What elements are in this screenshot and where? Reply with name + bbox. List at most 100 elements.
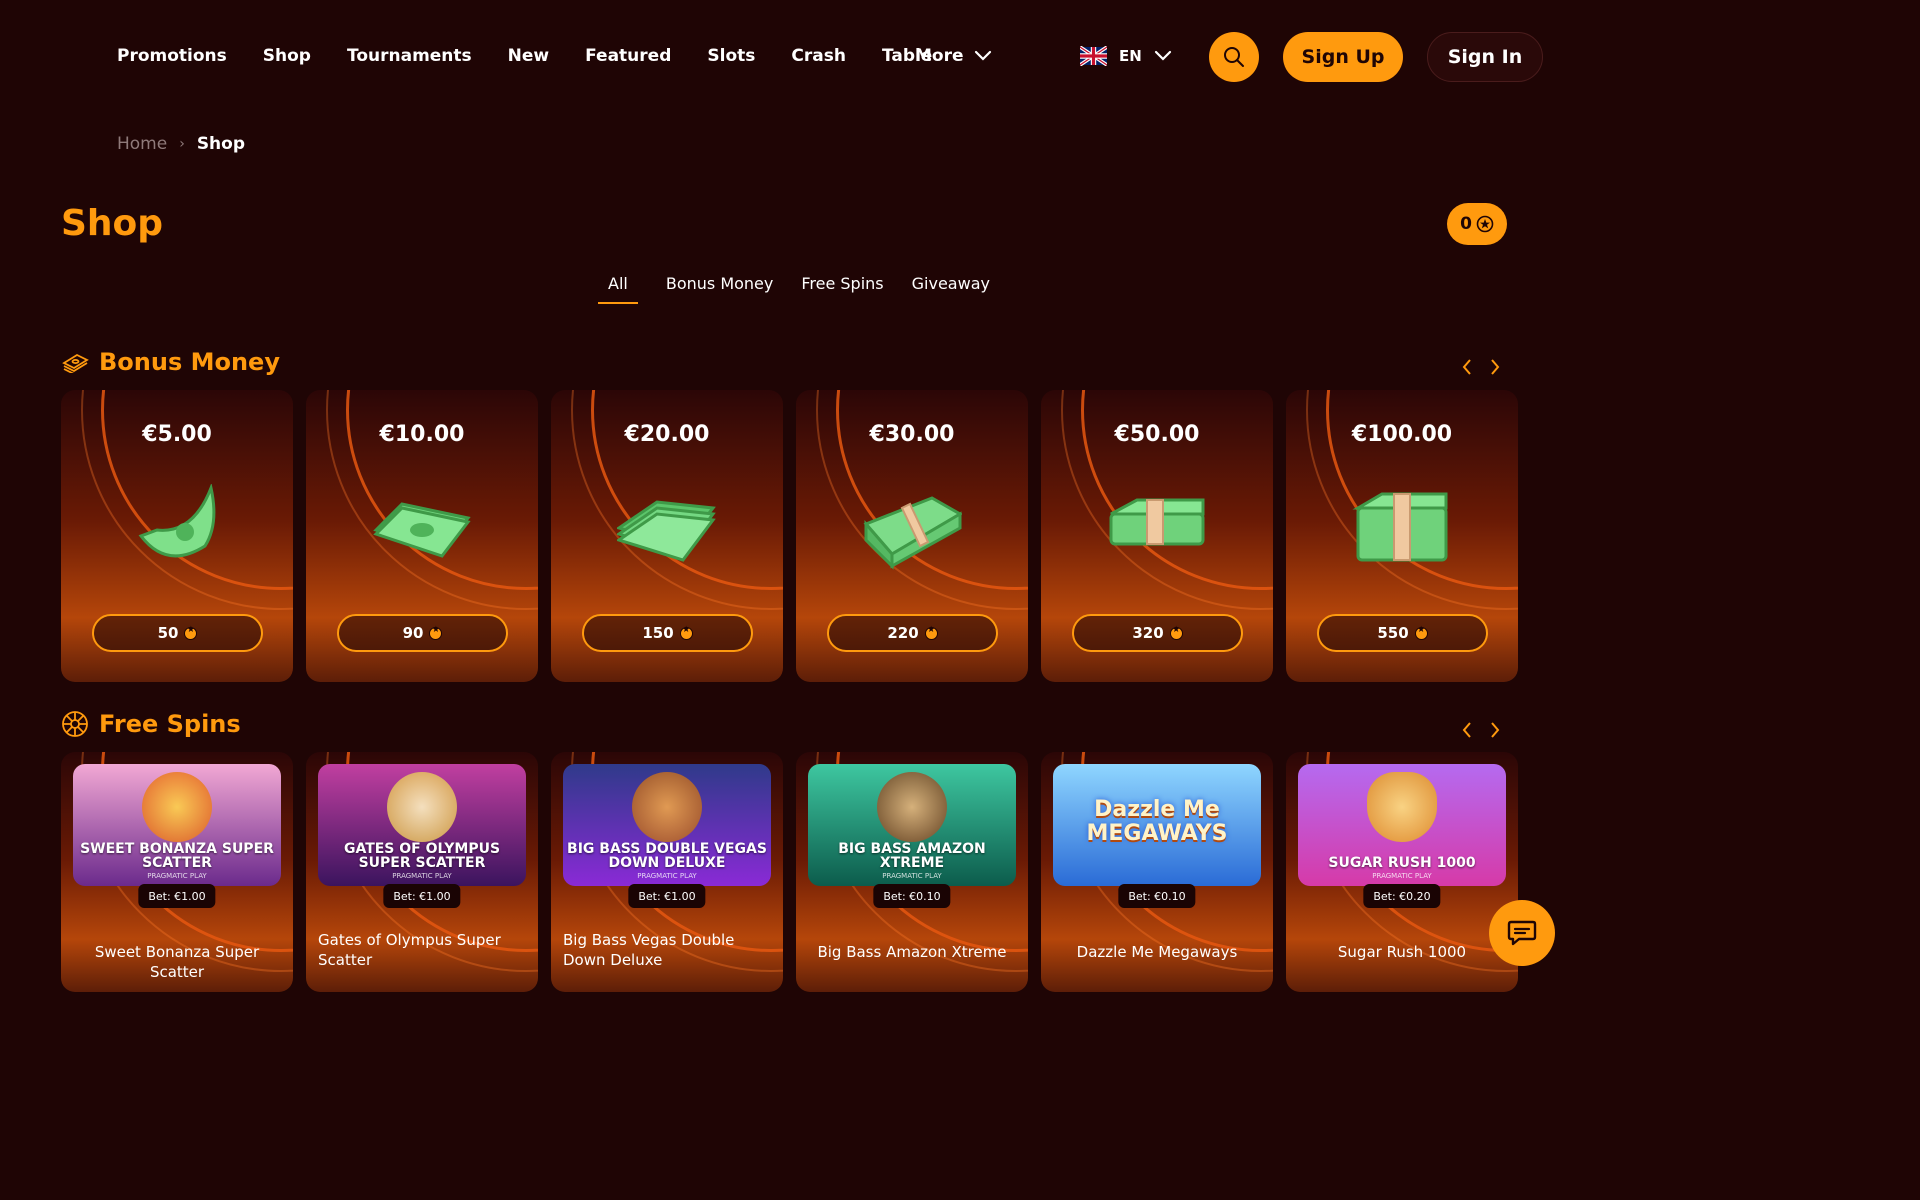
game-thumbnail: SUGAR RUSH 1000 PRAGMATIC PLAY — [1298, 764, 1506, 886]
coin-balance-badge[interactable]: 0 — [1447, 203, 1507, 245]
breadcrumb-current: Shop — [196, 134, 246, 154]
thumbnail-provider: PRAGMATIC PLAY — [637, 872, 697, 880]
game-name: Dazzle Me Megaways — [1076, 943, 1238, 961]
coin-icon — [1169, 625, 1183, 640]
chevron-down-icon — [1154, 50, 1171, 61]
game-character-art — [1367, 772, 1437, 842]
buy-button[interactable]: 90 — [337, 614, 508, 652]
language-selector[interactable]: EN — [1080, 44, 1172, 68]
cash-bundle-icon — [863, 496, 962, 570]
chat-icon — [1507, 920, 1537, 946]
game-thumbnail: BIG BASS DOUBLE VEGAS DOWN DELUXE PRAGMA… — [563, 764, 771, 886]
bonus-money-carousel-controls — [1460, 357, 1502, 377]
game-character-art — [142, 772, 212, 842]
game-thumbnail: GATES OF OLYMPUS SUPER SCATTER PRAGMATIC… — [318, 764, 526, 886]
carousel-next-button[interactable] — [1488, 357, 1502, 377]
free-spins-carousel-controls — [1460, 720, 1502, 740]
game-thumbnail: SWEET BONANZA SUPER SCATTER PRAGMATIC PL… — [73, 764, 281, 886]
free-spins-title: Free Spins — [99, 710, 241, 738]
chevron-down-icon — [974, 50, 991, 61]
bonus-amount: €30.00 — [869, 422, 955, 447]
thumbnail-title: BIG BASS DOUBLE VEGAS DOWN DELUXE — [567, 841, 767, 871]
bonus-amount: €5.00 — [142, 422, 212, 447]
buy-button[interactable]: 50 — [92, 614, 263, 652]
chevron-left-icon — [1462, 359, 1471, 375]
buy-button[interactable]: 220 — [827, 614, 998, 652]
free-spins-card[interactable]: Dazzle Me MEGAWAYS Bet: €0.10 Dazzle Me … — [1041, 752, 1273, 992]
carousel-prev-button[interactable] — [1460, 357, 1474, 377]
coin-icon — [924, 625, 938, 640]
bonus-money-card[interactable]: €100.00 550 — [1286, 390, 1518, 682]
big-cash-stack-icon — [1352, 492, 1448, 562]
nav-link-new[interactable]: New — [508, 44, 549, 68]
coin-icon — [429, 625, 443, 640]
free-spins-card[interactable]: BIG BASS AMAZON XTREME PRAGMATIC PLAY Be… — [796, 752, 1028, 992]
price-value: 550 — [1377, 624, 1409, 642]
single-bill-icon — [138, 484, 216, 558]
more-label: More — [915, 46, 964, 66]
coin-icon — [1414, 625, 1428, 640]
nav-link-crash[interactable]: Crash — [791, 44, 846, 68]
language-label: EN — [1119, 47, 1142, 65]
bonus-money-card[interactable]: €10.00 90 — [306, 390, 538, 682]
buy-button[interactable]: 320 — [1072, 614, 1243, 652]
tab-free-spins[interactable]: Free Spins — [801, 272, 883, 304]
thumbnail-title: SUGAR RUSH 1000 — [1328, 855, 1476, 871]
nav-link-featured[interactable]: Featured — [585, 44, 671, 68]
bet-badge: Bet: €0.10 — [1118, 884, 1196, 908]
sign-in-button[interactable]: Sign In — [1427, 32, 1543, 82]
bonus-money-card[interactable]: €50.00 320 — [1041, 390, 1273, 682]
price-value: 320 — [1132, 624, 1164, 642]
nav-link-tournaments[interactable]: Tournaments — [347, 44, 472, 68]
free-spins-card[interactable]: SWEET BONANZA SUPER SCATTER PRAGMATIC PL… — [61, 752, 293, 992]
bonus-money-row: €5.00 50 €10.00 90 €20.00 150 €30.00 220… — [61, 390, 1518, 682]
game-name: Sweet Bonanza Super Scatter — [94, 943, 260, 981]
game-name: Big Bass Vegas Double Down Deluxe — [563, 931, 735, 969]
coin-icon — [679, 625, 693, 640]
thumbnail-provider: PRAGMATIC PLAY — [147, 872, 207, 880]
live-chat-button[interactable] — [1489, 900, 1555, 966]
carousel-next-button[interactable] — [1488, 720, 1502, 740]
nav-link-shop[interactable]: Shop — [263, 44, 311, 68]
category-tabs: All Bonus Money Free Spins Giveaway — [598, 272, 990, 304]
bonus-money-card[interactable]: €20.00 150 — [551, 390, 783, 682]
game-thumbnail: Dazzle Me MEGAWAYS — [1053, 764, 1261, 886]
bonus-amount: €50.00 — [1114, 422, 1200, 447]
thumbnail-title: SWEET BONANZA SUPER SCATTER — [80, 841, 274, 871]
tab-giveaway[interactable]: Giveaway — [912, 272, 990, 304]
coin-balance-value: 0 — [1460, 214, 1472, 234]
price-value: 220 — [887, 624, 919, 642]
more-menu[interactable]: More — [915, 44, 992, 68]
free-spins-card[interactable]: SUGAR RUSH 1000 PRAGMATIC PLAY Bet: €0.2… — [1286, 752, 1518, 992]
bonus-money-card[interactable]: €5.00 50 — [61, 390, 293, 682]
sign-up-button[interactable]: Sign Up — [1283, 32, 1403, 82]
thumbnail-title: GATES OF OLYMPUS SUPER SCATTER — [343, 841, 501, 871]
bonus-money-title: Bonus Money — [99, 348, 280, 376]
tab-bonus-money[interactable]: Bonus Money — [666, 272, 774, 304]
carousel-prev-button[interactable] — [1460, 720, 1474, 740]
bet-badge: Bet: €1.00 — [138, 884, 216, 908]
search-button[interactable] — [1209, 32, 1259, 82]
bonus-money-card[interactable]: €30.00 220 — [796, 390, 1028, 682]
game-thumbnail: BIG BASS AMAZON XTREME PRAGMATIC PLAY — [808, 764, 1016, 886]
tab-all[interactable]: All — [598, 272, 638, 304]
nav-link-slots[interactable]: Slots — [707, 44, 755, 68]
game-character-art — [877, 772, 947, 842]
price-value: 90 — [402, 624, 424, 642]
nav-link-promotions[interactable]: Promotions — [117, 44, 227, 68]
breadcrumb-home[interactable]: Home — [117, 132, 167, 156]
game-character-art — [632, 772, 702, 842]
thumbnail-provider: PRAGMATIC PLAY — [1372, 872, 1432, 880]
nav-links: Promotions Shop Tournaments New Featured… — [117, 44, 968, 68]
free-spins-heading: Free Spins — [61, 708, 241, 740]
free-spins-card[interactable]: GATES OF OLYMPUS SUPER SCATTER PRAGMATIC… — [306, 752, 538, 992]
bonus-amount: €10.00 — [379, 422, 465, 447]
buy-button[interactable]: 150 — [582, 614, 753, 652]
free-spins-card[interactable]: BIG BASS DOUBLE VEGAS DOWN DELUXE PRAGMA… — [551, 752, 783, 992]
buy-button[interactable]: 550 — [1317, 614, 1488, 652]
cash-stack-icon — [62, 353, 89, 373]
thumbnail-provider: PRAGMATIC PLAY — [882, 872, 942, 880]
game-name: Gates of Olympus Super Scatter — [318, 931, 501, 969]
wheel-icon — [62, 711, 88, 737]
thumbnail-provider: PRAGMATIC PLAY — [392, 872, 452, 880]
